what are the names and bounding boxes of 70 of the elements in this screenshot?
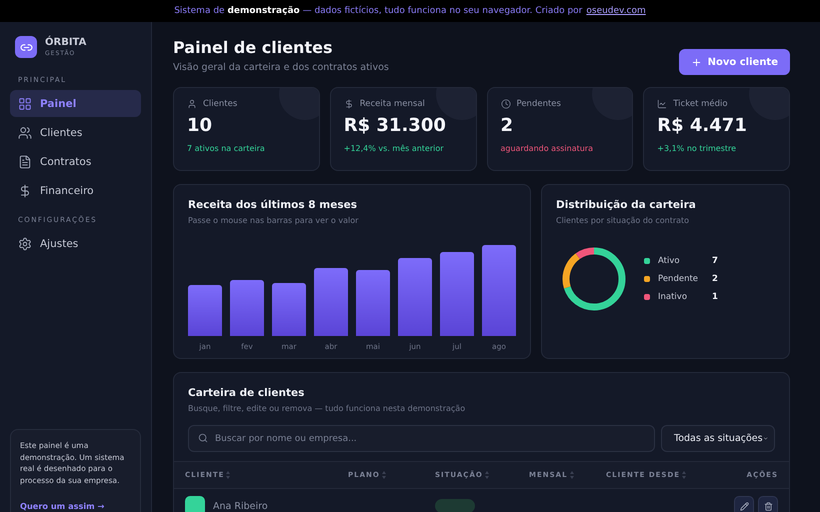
sidebar-item[interactable]: Contratos xyxy=(10,148,141,175)
panel-subtitle: Busque, filtre, edite ou remova — tudo funciona nesta demonstração xyxy=(188,404,466,413)
clock-icon xyxy=(500,99,510,109)
search-field[interactable]: Buscar por nome ou empresa... xyxy=(188,425,655,452)
stat-note: aguardando assinatura xyxy=(500,144,594,153)
legend-count: 2 xyxy=(712,274,718,284)
stat-value: 10 xyxy=(187,115,214,136)
status-filter-dropdown[interactable]: Todas as situações xyxy=(661,425,775,452)
logo-icon xyxy=(15,36,37,58)
stat-note: +12,4% vs. mês anterior xyxy=(344,144,445,153)
chart-bar[interactable] xyxy=(482,245,516,336)
sort-icon[interactable] xyxy=(382,471,386,479)
legend-label: Pendente xyxy=(658,274,700,284)
brand-name: ÓRBITA xyxy=(45,38,86,48)
stat-label: Receita mensal xyxy=(360,99,425,109)
stat-value: R$ 31.300 xyxy=(344,115,447,136)
delete-button[interactable] xyxy=(758,496,778,512)
line-chart-icon xyxy=(657,99,668,109)
document-icon xyxy=(18,154,32,168)
chart-bar[interactable] xyxy=(440,252,474,336)
settings-icon xyxy=(18,236,32,250)
promo-link[interactable]: Quero um assim → xyxy=(20,501,104,511)
panel-title: Carteira de clientes xyxy=(188,387,306,399)
chart-bar[interactable] xyxy=(356,270,390,336)
panel-title: Distribuição da carteira xyxy=(556,199,697,211)
sort-icon[interactable] xyxy=(570,471,574,479)
sort-icon[interactable] xyxy=(226,471,230,479)
stat-note: 7 ativos na carteira xyxy=(187,144,266,153)
chart-bar[interactable] xyxy=(314,268,348,336)
plus-icon xyxy=(690,56,702,68)
sidebar-item[interactable]: Painel xyxy=(10,90,141,117)
legend-count: 7 xyxy=(712,256,718,266)
status-badge xyxy=(435,499,475,512)
panel-subtitle: Passe o mouse nas barras para ver o valor xyxy=(188,216,360,225)
user-icon xyxy=(187,99,197,109)
chart-bar[interactable] xyxy=(398,258,432,336)
chart-bar[interactable] xyxy=(230,280,264,336)
sidebar-item[interactable]: Clientes xyxy=(10,119,141,146)
sort-icon[interactable] xyxy=(484,471,489,479)
client-name: Ana Ribeiro xyxy=(213,500,268,512)
chart-bar[interactable] xyxy=(272,283,306,336)
sort-icon[interactable] xyxy=(682,471,686,479)
sidebar-item[interactable]: Financeiro xyxy=(10,177,141,204)
trash-icon xyxy=(764,502,772,510)
new-client-button[interactable]: Novo cliente xyxy=(678,49,790,75)
grid-icon xyxy=(18,96,32,110)
dollar-icon xyxy=(344,99,354,109)
panel-title: Receita dos últimos 8 meses xyxy=(188,199,358,211)
page-subtitle: Visão geral da carteira e dos contratos ativos xyxy=(173,62,389,73)
dollar-icon xyxy=(18,184,32,198)
banner-link[interactable]: oseudev.com xyxy=(586,6,646,16)
sidebar-item[interactable]: Ajustes xyxy=(10,230,141,257)
pencil-icon xyxy=(740,502,748,510)
legend-label: Ativo xyxy=(658,256,681,266)
stat-value: 2 xyxy=(500,115,514,136)
panel-subtitle: Clientes por situação do contrato xyxy=(556,216,690,225)
stat-label: Ticket médio xyxy=(673,99,728,109)
stat-value: R$ 4.471 xyxy=(657,115,748,136)
stat-label: Pendentes xyxy=(516,99,561,109)
legend-count: 1 xyxy=(712,292,718,302)
banner-text: Sistema de demonstração — dados fictícios, tudo funciona no seu navegador. Criado por xyxy=(174,6,582,16)
stat-label: Clientes xyxy=(203,99,238,109)
stat-note: +3,1% no trimestre xyxy=(657,144,738,153)
donut-chart xyxy=(562,248,626,310)
users-icon xyxy=(18,126,32,140)
page-title: Painel de clientes xyxy=(173,38,334,57)
search-icon xyxy=(198,433,208,443)
legend-label: Inativo xyxy=(658,292,688,302)
edit-button[interactable] xyxy=(734,496,754,512)
chart-bar[interactable] xyxy=(188,285,222,336)
